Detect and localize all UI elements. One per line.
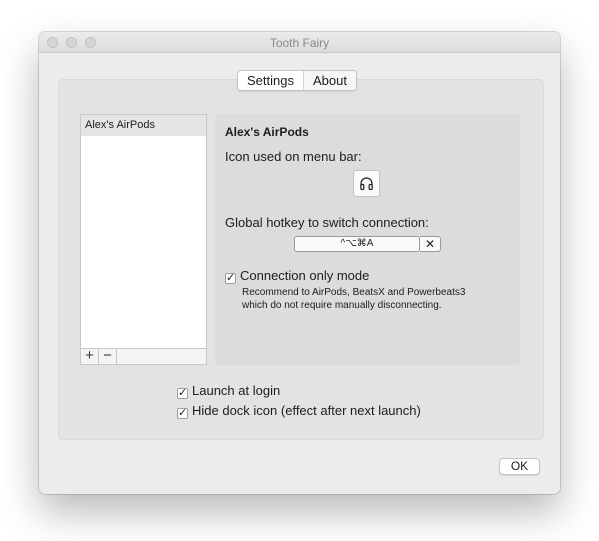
launch-at-login-checkbox[interactable]: ✓	[177, 388, 188, 399]
title-bar[interactable]: Tooth Fairy	[39, 32, 560, 53]
tab-bar: Settings About	[237, 70, 357, 91]
window-title: Tooth Fairy	[269, 36, 330, 50]
launch-at-login-label: Launch at login	[192, 383, 281, 398]
hotkey-label: Global hotkey to switch connection:	[225, 215, 429, 230]
device-name-heading: Alex's AirPods	[225, 125, 309, 139]
ok-button[interactable]: OK	[499, 458, 540, 475]
headphones-icon	[360, 177, 373, 191]
connection-only-checkbox[interactable]: ✓	[225, 273, 236, 284]
clear-hotkey-button[interactable]: ✕	[420, 236, 441, 252]
hide-dock-icon-label: Hide dock icon (effect after next launch…	[192, 403, 421, 418]
connection-only-checkbox-row[interactable]: ✓ Connection only mode	[225, 268, 369, 284]
remove-device-button[interactable]: −	[99, 348, 117, 364]
tab-about[interactable]: About	[302, 71, 356, 90]
menu-bar-icon-picker[interactable]	[353, 170, 380, 197]
add-device-button[interactable]: +	[81, 348, 99, 364]
launch-at-login-row[interactable]: ✓ Launch at login	[177, 383, 280, 399]
device-list[interactable]: Alex's AirPods	[80, 114, 207, 365]
device-list-toolbar: + −	[80, 348, 207, 365]
hotkey-recorder-field[interactable]: ^⌥⌘A	[294, 236, 420, 252]
description-line: which do not require manually disconnect…	[242, 300, 442, 311]
hide-dock-icon-checkbox[interactable]: ✓	[177, 408, 188, 419]
menu-bar-icon-label: Icon used on menu bar:	[225, 149, 362, 164]
list-item[interactable]: Alex's AirPods	[81, 115, 206, 136]
description-line: Recommend to AirPods, BeatsX and Powerbe…	[242, 287, 466, 298]
device-details-panel: Alex's AirPods Icon used on menu bar: Gl…	[215, 114, 520, 365]
preferences-window: Tooth Fairy Settings About Alex's AirPod…	[39, 32, 560, 494]
connection-only-label: Connection only mode	[240, 268, 370, 283]
hide-dock-icon-row[interactable]: ✓ Hide dock icon (effect after next launc…	[177, 403, 421, 419]
connection-only-description: Recommend to AirPods, BeatsX and Powerbe…	[242, 286, 465, 312]
tab-settings[interactable]: Settings	[238, 71, 303, 90]
